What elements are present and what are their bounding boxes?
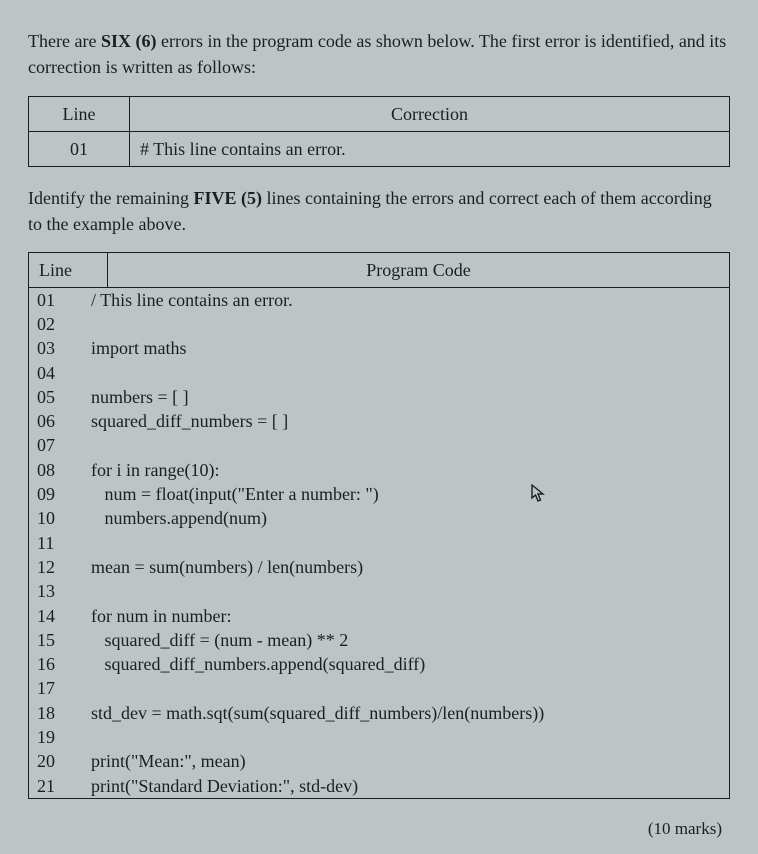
code-line (91, 361, 729, 385)
code-body: 01/ This line contains an error.0203impo… (29, 287, 730, 798)
line-number: 10 (29, 506, 91, 530)
code-line: std_dev = math.sqt(sum(squared_diff_numb… (91, 701, 729, 725)
line-number: 18 (29, 701, 91, 725)
code-line (91, 676, 729, 700)
line-number: 05 (29, 385, 91, 409)
code-row: 10 numbers.append(num) (29, 506, 729, 530)
code-row: 03import maths (29, 336, 729, 360)
intro-six: SIX (6) (101, 31, 157, 51)
code-line: for i in range(10): (91, 458, 729, 482)
code-line (91, 433, 729, 457)
code-row: 20print("Mean:", mean) (29, 749, 729, 773)
code-row: 05numbers = [ ] (29, 385, 729, 409)
code-header-line: Line (29, 252, 108, 287)
cursor-icon (531, 484, 547, 508)
line-number: 01 (29, 288, 91, 312)
code-line: import maths (91, 336, 729, 360)
code-row: 04 (29, 361, 729, 385)
code-line: for num in number: (91, 604, 729, 628)
code-line: print("Mean:", mean) (91, 749, 729, 773)
code-line: print("Standard Deviation:", std-dev) (91, 774, 729, 798)
line-number: 02 (29, 312, 91, 336)
code-row: 16 squared_diff_numbers.append(squared_d… (29, 652, 729, 676)
code-line: numbers = [ ] (91, 385, 729, 409)
line-number: 14 (29, 604, 91, 628)
line-number: 04 (29, 361, 91, 385)
instruction-text: Identify the remaining FIVE (5) lines co… (28, 185, 730, 237)
line-number: 08 (29, 458, 91, 482)
line-number: 15 (29, 628, 91, 652)
line-number: 21 (29, 774, 91, 798)
line-number: 11 (29, 531, 91, 555)
code-line (91, 725, 729, 749)
line-number: 16 (29, 652, 91, 676)
code-line (91, 312, 729, 336)
line-number: 20 (29, 749, 91, 773)
code-row: 06squared_diff_numbers = [ ] (29, 409, 729, 433)
code-row: 21print("Standard Deviation:", std-dev) (29, 774, 729, 798)
intro-before: There are (28, 31, 101, 51)
code-header-code: Program Code (108, 252, 730, 287)
code-line: squared_diff = (num - mean) ** 2 (91, 628, 729, 652)
code-line: / This line contains an error. (91, 288, 729, 312)
code-row: 12mean = sum(numbers) / len(numbers) (29, 555, 729, 579)
line-number: 07 (29, 433, 91, 457)
line-number: 17 (29, 676, 91, 700)
correction-row-line: 01 (29, 132, 130, 167)
code-line: num = float(input("Enter a number: ") (91, 482, 729, 506)
line-number: 09 (29, 482, 91, 506)
code-row: 15 squared_diff = (num - mean) ** 2 (29, 628, 729, 652)
code-line (91, 579, 729, 603)
instr-before: Identify the remaining (28, 188, 193, 208)
code-line (91, 531, 729, 555)
code-row: 01/ This line contains an error. (29, 288, 729, 312)
instr-five: FIVE (5) (193, 188, 262, 208)
intro-text: There are SIX (6) errors in the program … (28, 28, 730, 80)
code-row: 13 (29, 579, 729, 603)
code-row: 19 (29, 725, 729, 749)
code-row: 11 (29, 531, 729, 555)
code-line: numbers.append(num) (91, 506, 729, 530)
line-number: 19 (29, 725, 91, 749)
correction-table: Line Correction 01 # This line contains … (28, 96, 730, 167)
code-row: 17 (29, 676, 729, 700)
code-row: 09 num = float(input("Enter a number: ") (29, 482, 729, 506)
code-row: 02 (29, 312, 729, 336)
code-row: 14for num in number: (29, 604, 729, 628)
code-line: mean = sum(numbers) / len(numbers) (91, 555, 729, 579)
line-number: 03 (29, 336, 91, 360)
code-row: 08for i in range(10): (29, 458, 729, 482)
code-line: squared_diff_numbers = [ ] (91, 409, 729, 433)
code-table: Line Program Code 01/ This line contains… (28, 252, 730, 799)
line-number: 13 (29, 579, 91, 603)
code-row: 07 (29, 433, 729, 457)
correction-row-text: # This line contains an error. (130, 132, 730, 167)
line-number: 06 (29, 409, 91, 433)
code-row: 18std_dev = math.sqt(sum(squared_diff_nu… (29, 701, 729, 725)
correction-header-line: Line (29, 97, 130, 132)
correction-header-correction: Correction (130, 97, 730, 132)
code-line: squared_diff_numbers.append(squared_diff… (91, 652, 729, 676)
line-number: 12 (29, 555, 91, 579)
marks-label: (10 marks) (28, 817, 730, 842)
